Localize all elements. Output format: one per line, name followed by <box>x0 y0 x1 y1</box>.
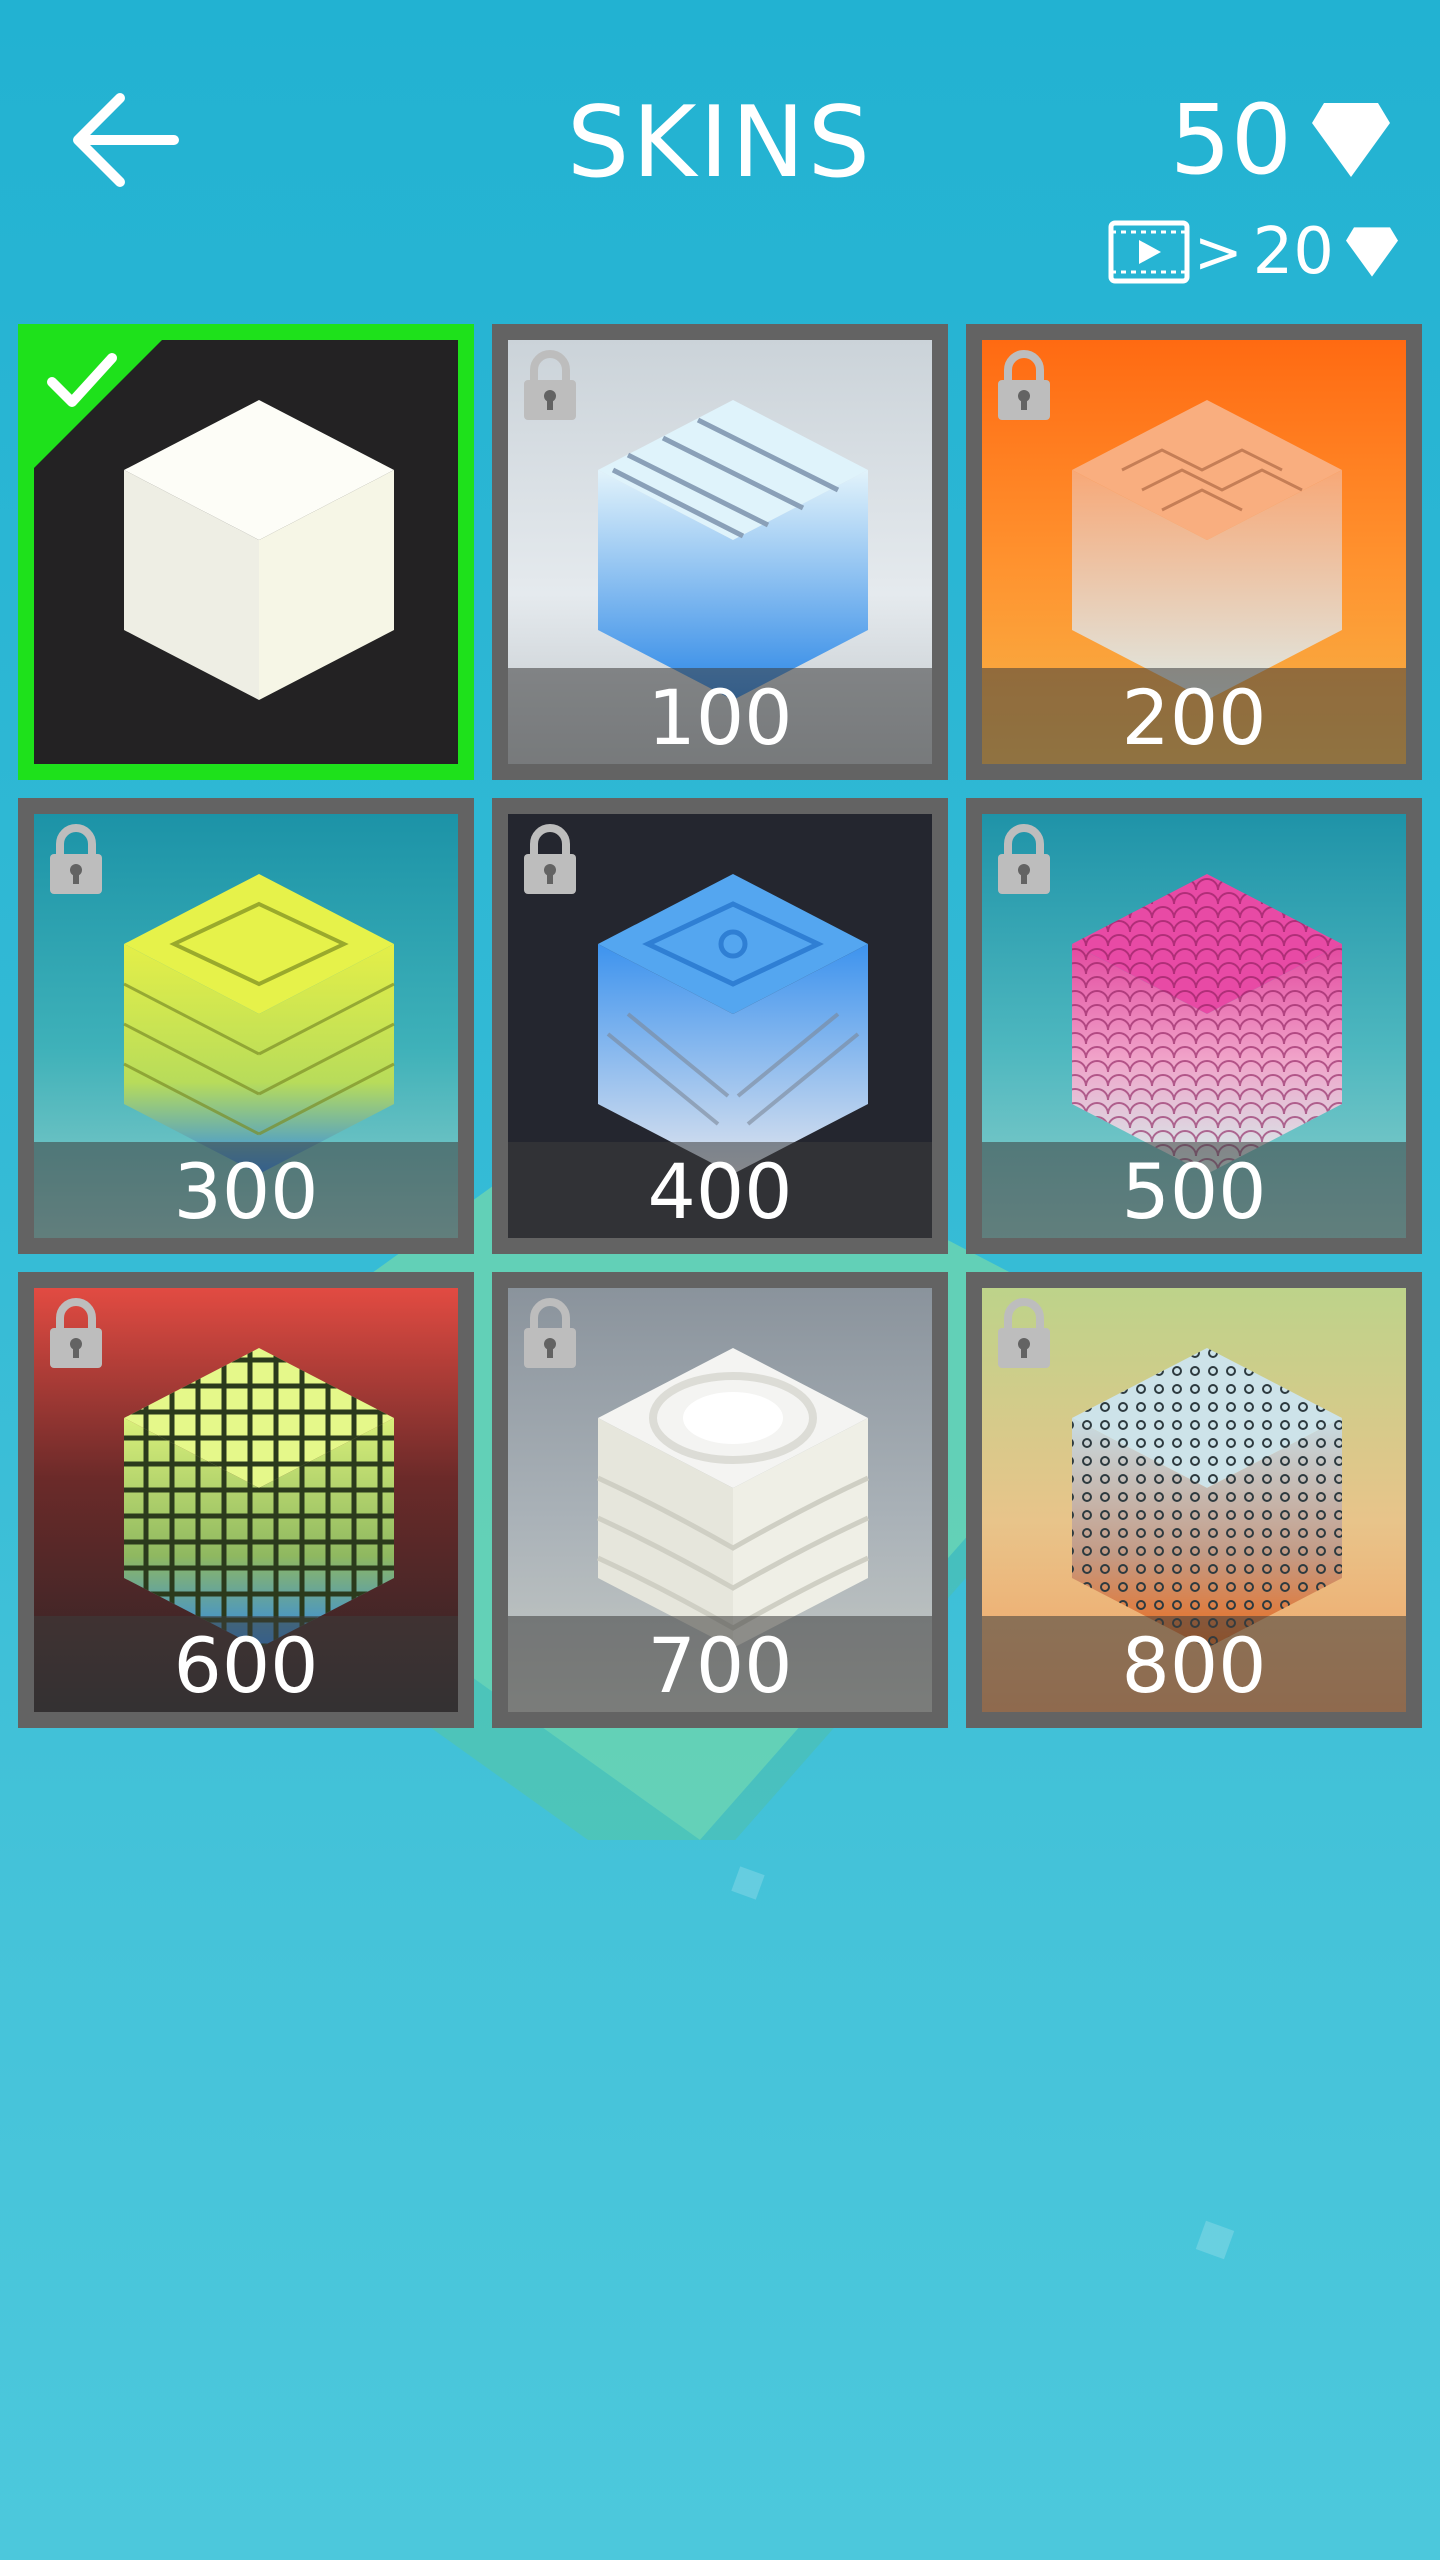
skins-grid: 100 200 300 400 500 600 700 800 <box>18 324 1422 1728</box>
diamond-icon <box>1346 227 1398 277</box>
skin-card-200[interactable]: 200 <box>966 324 1422 780</box>
checkmark-icon <box>47 353 117 407</box>
price-label: 600 <box>34 1616 458 1712</box>
gem-balance: 50 <box>1170 80 1392 200</box>
back-arrow-icon <box>73 93 179 187</box>
skin-card-500[interactable]: 500 <box>966 798 1422 1254</box>
arrow-right-icon: > <box>1193 218 1243 286</box>
price-label: 500 <box>982 1142 1406 1238</box>
price-label: 300 <box>34 1142 458 1238</box>
skin-card-white[interactable] <box>18 324 474 780</box>
gem-count: 50 <box>1169 84 1292 196</box>
page-title: SKINS <box>567 86 873 200</box>
background-particle <box>731 1866 765 1900</box>
watch-video-reward-button[interactable]: > 20 <box>1108 214 1400 290</box>
lock-icon <box>50 1298 102 1368</box>
background-particle <box>1195 2220 1235 2260</box>
lock-icon <box>998 350 1050 420</box>
back-button[interactable] <box>60 80 190 200</box>
header: SKINS 50 > 20 <box>0 0 1440 310</box>
price-label: 800 <box>982 1616 1406 1712</box>
skin-card-600[interactable]: 600 <box>18 1272 474 1728</box>
skin-card-100[interactable]: 100 <box>492 324 948 780</box>
video-film-icon <box>1108 220 1190 284</box>
price-label: 400 <box>508 1142 932 1238</box>
diamond-icon <box>1312 103 1390 177</box>
lock-icon <box>50 824 102 894</box>
skin-card-700[interactable]: 700 <box>492 1272 948 1728</box>
price-label: 700 <box>508 1616 932 1712</box>
lock-icon <box>998 824 1050 894</box>
lock-icon <box>998 1298 1050 1368</box>
lock-icon <box>524 824 576 894</box>
lock-icon <box>524 1298 576 1368</box>
lock-icon <box>524 350 576 420</box>
price-label: 200 <box>982 668 1406 764</box>
video-reward-count: 20 <box>1252 215 1334 289</box>
skin-card-300[interactable]: 300 <box>18 798 474 1254</box>
skin-card-800[interactable]: 800 <box>966 1272 1422 1728</box>
price-label: 100 <box>508 668 932 764</box>
skin-card-400[interactable]: 400 <box>492 798 948 1254</box>
